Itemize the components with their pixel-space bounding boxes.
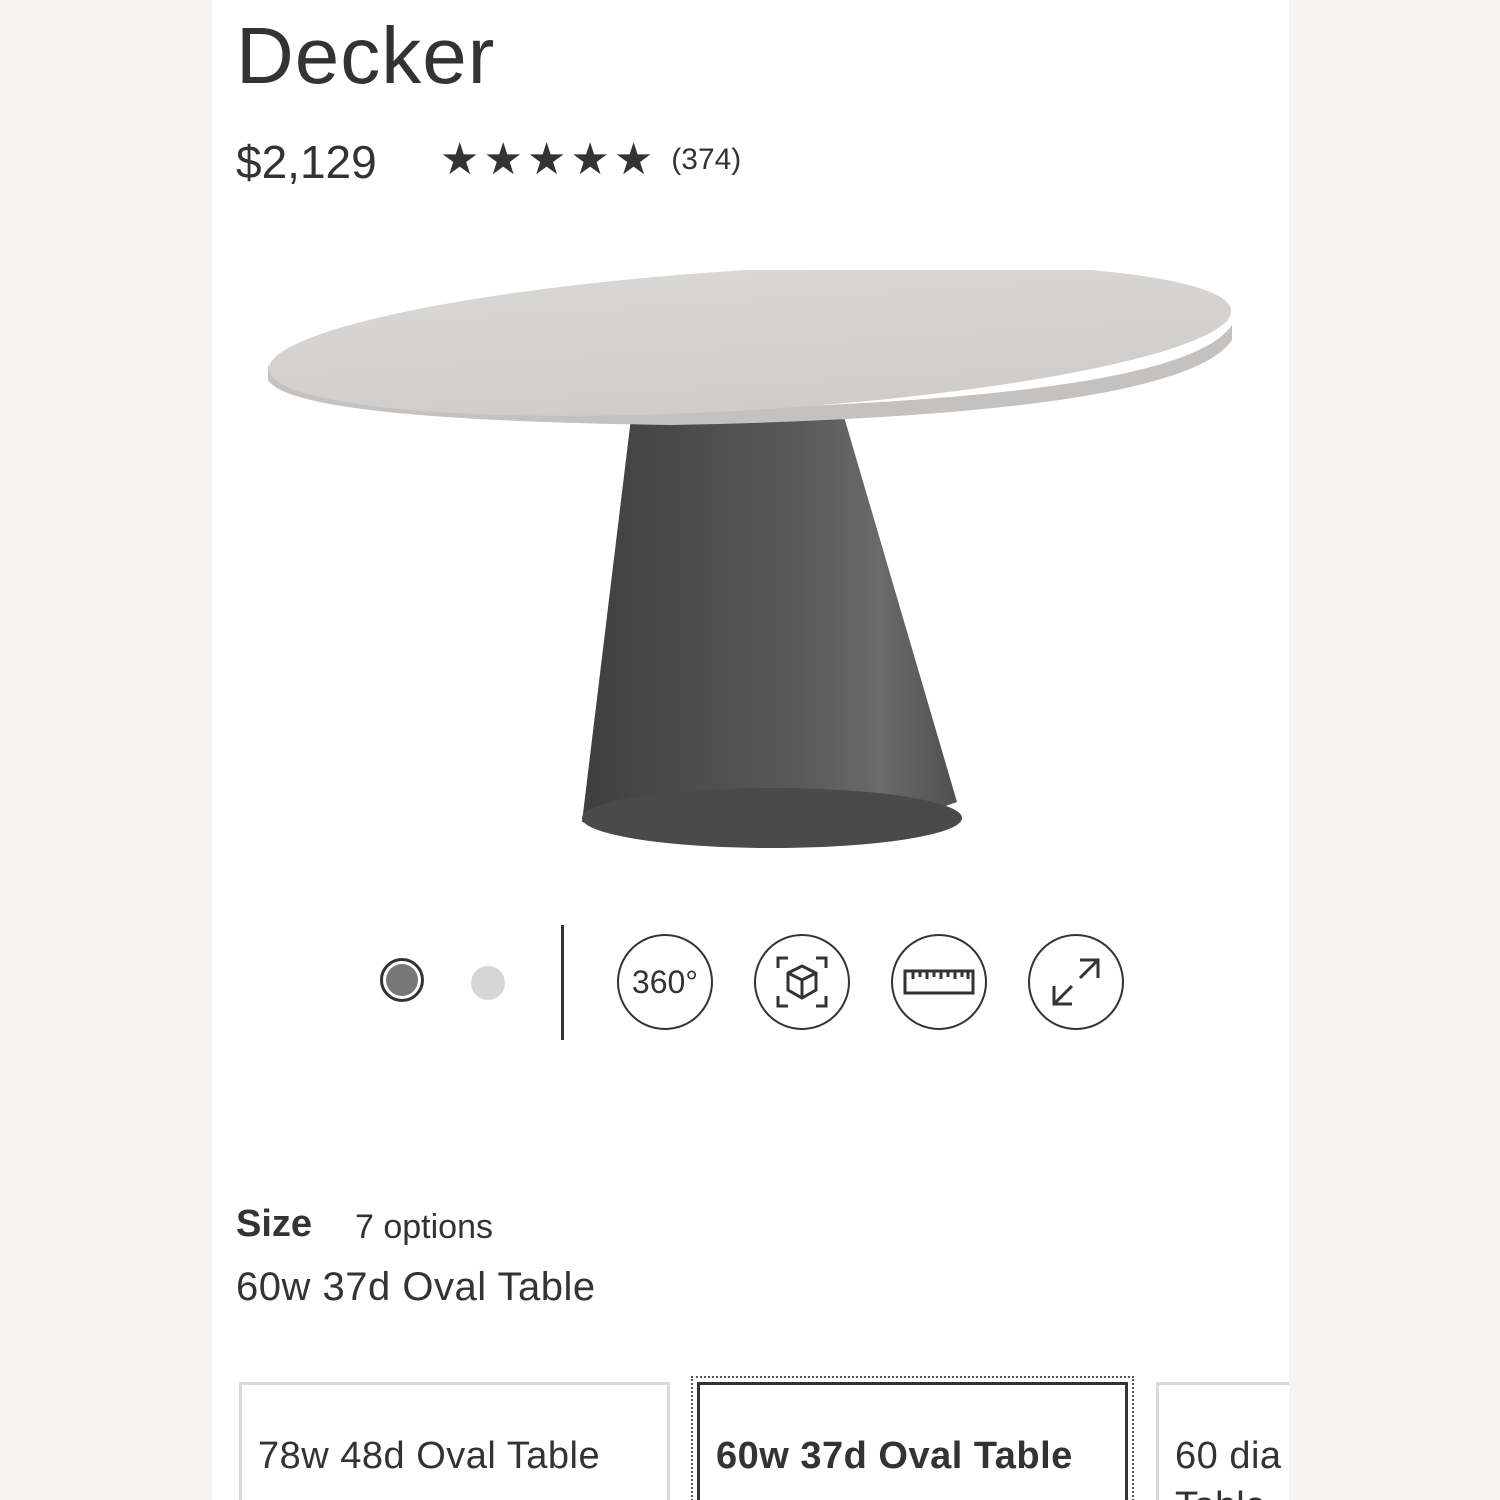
star-icon: ★	[440, 135, 480, 184]
size-option-label: 60w 37d Oval Table	[716, 1435, 1073, 1477]
expand-icon	[1052, 958, 1100, 1006]
360-view-button[interactable]: 360°	[617, 934, 713, 1030]
size-option-label: 60 dia	[1175, 1435, 1282, 1477]
ar-cube-icon	[776, 956, 828, 1008]
review-count[interactable]: (374)	[671, 143, 741, 177]
star-icon: ★	[483, 135, 523, 184]
image-dot-selected[interactable]	[380, 958, 424, 1002]
selected-size: 60w 37d Oval Table	[236, 1265, 596, 1309]
size-label: Size	[236, 1203, 313, 1245]
image-dot[interactable]	[471, 966, 505, 1000]
star-icon: ★	[570, 135, 610, 184]
size-option-label-line2: Table	[1175, 1485, 1266, 1500]
gallery-controls: 360°	[212, 920, 1289, 1050]
rating-stars[interactable]: ★ ★ ★ ★ ★ (374)	[440, 138, 741, 182]
fullscreen-button[interactable]	[1028, 934, 1124, 1030]
star-icon: ★	[526, 135, 567, 184]
divider	[561, 925, 564, 1040]
ar-view-button[interactable]	[754, 934, 850, 1030]
size-option-78w-48d-oval[interactable]: 78w 48d Oval Table	[239, 1382, 670, 1500]
size-option-label: 78w 48d Oval Table	[258, 1435, 601, 1477]
dimensions-button[interactable]	[891, 934, 987, 1030]
360-icon: 360°	[631, 963, 699, 1000]
product-page: Decker $2,129 ★ ★ ★ ★ ★ (374) 360° Size …	[212, 0, 1289, 1500]
ruler-icon	[903, 969, 975, 995]
size-options-count: 7 options	[355, 1208, 493, 1246]
size-option-60w-37d-oval[interactable]: 60w 37d Oval Table	[691, 1376, 1134, 1500]
product-price: $2,129	[236, 136, 377, 188]
product-image[interactable]	[252, 270, 1252, 870]
size-option-60-dia[interactable]: 60 dia Table	[1156, 1382, 1289, 1500]
star-icon: ★	[613, 135, 654, 184]
product-title: Decker	[236, 11, 496, 100]
